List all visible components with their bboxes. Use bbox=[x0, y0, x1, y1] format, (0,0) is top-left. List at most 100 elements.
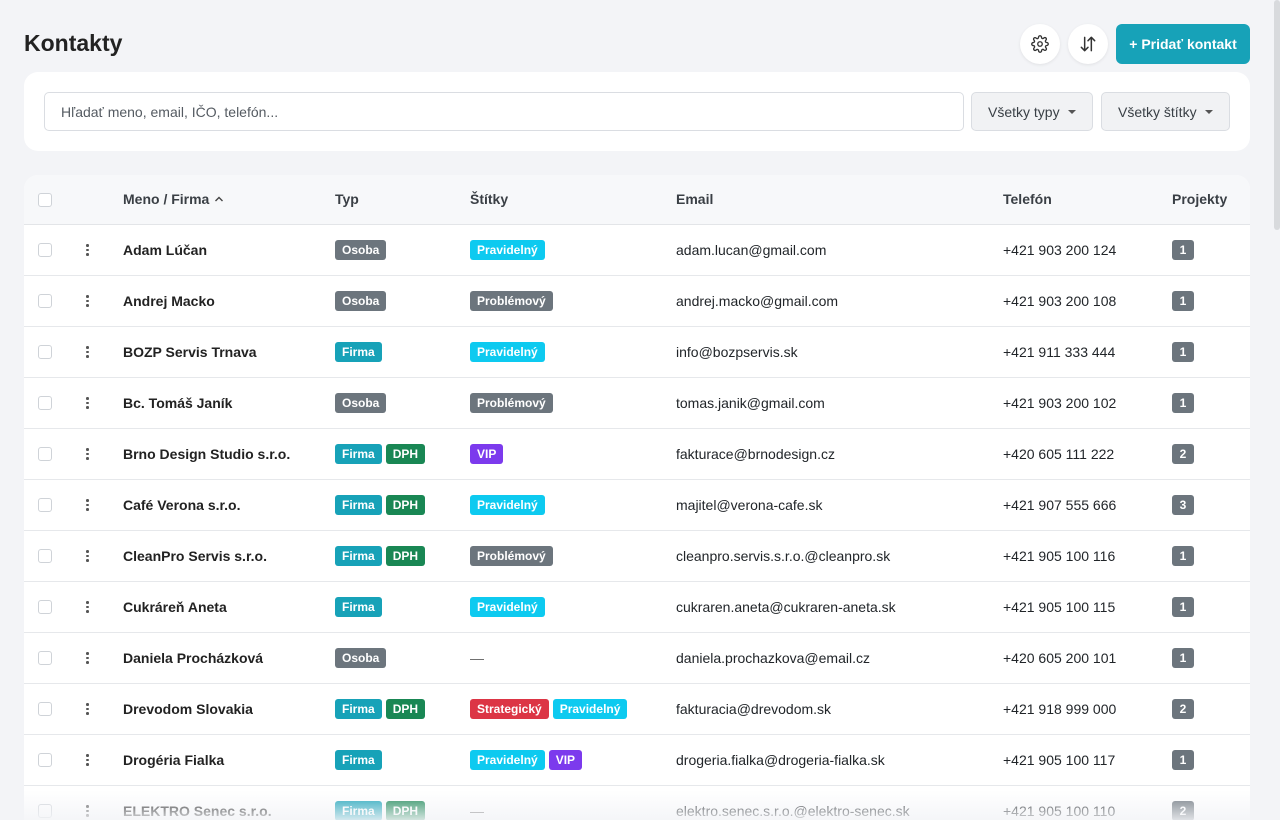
kebab-menu-icon[interactable] bbox=[80, 393, 95, 413]
row-checkbox[interactable] bbox=[38, 651, 52, 665]
contact-phone: +421 903 200 124 bbox=[1003, 242, 1117, 258]
row-checkbox[interactable] bbox=[38, 600, 52, 614]
type-badges: Firma DPH bbox=[335, 429, 429, 479]
table-row[interactable]: Brno Design Studio s.r.o. Firma DPH VIP fakt… bbox=[24, 429, 1250, 480]
projects-count-badge: 1 bbox=[1172, 342, 1194, 362]
contact-email: cukraren.aneta@cukraren-aneta.sk bbox=[676, 599, 896, 615]
contact-name[interactable]: Bc. Tomáš Janík bbox=[123, 378, 232, 428]
contact-email: andrej.macko@gmail.com bbox=[676, 293, 839, 309]
type-badge: Firma bbox=[335, 750, 382, 770]
kebab-menu-icon[interactable] bbox=[80, 648, 95, 668]
table-row[interactable]: Daniela Procházková Osoba — daniela.prochaz… bbox=[24, 633, 1250, 684]
tag-badge: Pravidelný bbox=[470, 342, 545, 362]
select-all-checkbox[interactable] bbox=[38, 193, 52, 207]
kebab-menu-icon[interactable] bbox=[80, 342, 95, 362]
column-header-projects[interactable]: Projekty bbox=[1172, 191, 1227, 207]
row-actions-cell bbox=[80, 633, 95, 683]
table-row[interactable]: CleanPro Servis s.r.o. Firma DPH Problémový… bbox=[24, 531, 1250, 582]
kebab-menu-icon[interactable] bbox=[80, 291, 95, 311]
table-row[interactable]: Drevodom Slovakia Firma DPH Strategický Prav… bbox=[24, 684, 1250, 735]
contact-name[interactable]: Drevodom Slovakia bbox=[123, 684, 253, 734]
row-actions-cell bbox=[80, 684, 95, 734]
contact-name[interactable]: BOZP Servis Trnava bbox=[123, 327, 257, 377]
row-checkbox[interactable] bbox=[38, 345, 52, 359]
contact-name[interactable]: Drogéria Fialka bbox=[123, 735, 224, 785]
contact-name[interactable]: ELEKTRO Senec s.r.o. bbox=[123, 786, 272, 820]
column-header-name[interactable]: Meno / Firma bbox=[123, 191, 225, 207]
contact-name[interactable]: CleanPro Servis s.r.o. bbox=[123, 531, 267, 581]
kebab-menu-icon[interactable] bbox=[80, 750, 95, 770]
sort-arrows-icon bbox=[1080, 36, 1096, 52]
row-checkbox[interactable] bbox=[38, 549, 52, 563]
column-header-name-label: Meno / Firma bbox=[123, 191, 210, 207]
row-checkbox[interactable] bbox=[38, 294, 52, 308]
type-filter-dropdown[interactable]: Všetky typy bbox=[971, 92, 1093, 131]
contact-phone: +420 605 200 101 bbox=[1003, 650, 1117, 666]
type-badge: DPH bbox=[385, 546, 426, 566]
table-row[interactable]: Drogéria Fialka Firma Pravidelný VIP drogeri… bbox=[24, 735, 1250, 786]
kebab-menu-icon[interactable] bbox=[80, 699, 95, 719]
type-badge: Firma bbox=[335, 699, 382, 719]
contact-phone: +420 605 111 222 bbox=[1003, 446, 1115, 462]
row-checkbox[interactable] bbox=[38, 753, 52, 767]
type-badge: Firma bbox=[335, 495, 382, 515]
row-checkbox[interactable] bbox=[38, 396, 52, 410]
contact-name[interactable]: Andrej Macko bbox=[123, 276, 215, 326]
kebab-menu-icon[interactable] bbox=[80, 240, 95, 260]
table-row[interactable]: Café Verona s.r.o. Firma DPH Pravidelný maji… bbox=[24, 480, 1250, 531]
contact-name[interactable]: Adam Lúčan bbox=[123, 225, 207, 275]
type-badge: DPH bbox=[385, 801, 426, 820]
row-actions-cell bbox=[80, 276, 95, 326]
row-checkbox[interactable] bbox=[38, 447, 52, 461]
row-checkbox-cell bbox=[38, 684, 52, 734]
sort-button[interactable] bbox=[1068, 24, 1108, 64]
kebab-menu-icon[interactable] bbox=[80, 495, 95, 515]
contact-name[interactable]: Cukráreň Aneta bbox=[123, 582, 227, 632]
table-row[interactable]: Andrej Macko Osoba Problémový andrej.macko@… bbox=[24, 276, 1250, 327]
settings-button[interactable] bbox=[1020, 24, 1060, 64]
tag-badge: Pravidelný bbox=[470, 597, 545, 617]
row-checkbox-cell bbox=[38, 582, 52, 632]
row-checkbox[interactable] bbox=[38, 804, 52, 818]
row-checkbox-cell bbox=[38, 531, 52, 581]
row-actions-cell bbox=[80, 225, 95, 275]
row-checkbox[interactable] bbox=[38, 702, 52, 716]
table-row[interactable]: Adam Lúčan Osoba Pravidelný adam.lucan@gmai… bbox=[24, 225, 1250, 276]
contact-name[interactable]: Brno Design Studio s.r.o. bbox=[123, 429, 290, 479]
type-badges: Firma DPH bbox=[335, 684, 429, 734]
search-input[interactable] bbox=[44, 92, 964, 131]
row-actions-cell bbox=[80, 429, 95, 479]
row-checkbox[interactable] bbox=[38, 498, 52, 512]
projects-count-badge: 1 bbox=[1172, 240, 1194, 260]
kebab-menu-icon[interactable] bbox=[80, 597, 95, 617]
column-header-email[interactable]: Email bbox=[676, 191, 713, 207]
kebab-menu-icon[interactable] bbox=[80, 444, 95, 464]
tag-badges: Pravidelný VIP bbox=[470, 735, 586, 785]
page-header: Kontakty + Pridať kontakt bbox=[24, 24, 1250, 64]
contact-name[interactable]: Daniela Procházková bbox=[123, 633, 263, 683]
kebab-menu-icon[interactable] bbox=[80, 546, 95, 566]
contact-phone: +421 905 100 117 bbox=[1003, 752, 1116, 768]
tags-filter-dropdown[interactable]: Všetky štítky bbox=[1101, 92, 1230, 131]
table-row[interactable]: Cukráreň Aneta Firma Pravidelný cukraren.an… bbox=[24, 582, 1250, 633]
column-header-type[interactable]: Typ bbox=[335, 191, 359, 207]
scrollbar[interactable] bbox=[1274, 0, 1280, 230]
type-badge: Osoba bbox=[335, 648, 387, 668]
row-checkbox[interactable] bbox=[38, 243, 52, 257]
contact-email: fakturace@brnodesign.cz bbox=[676, 446, 835, 462]
projects-count-badge: 1 bbox=[1172, 291, 1194, 311]
kebab-menu-icon[interactable] bbox=[80, 801, 95, 820]
table-row[interactable]: Bc. Tomáš Janík Osoba Problémový tomas.jani… bbox=[24, 378, 1250, 429]
projects-count-badge: 2 bbox=[1172, 444, 1194, 464]
contact-email: fakturacia@drevodom.sk bbox=[676, 701, 832, 717]
column-header-tags[interactable]: Štítky bbox=[470, 191, 508, 207]
table-row[interactable]: ELEKTRO Senec s.r.o. Firma DPH — elektro.sen… bbox=[24, 786, 1250, 820]
type-badges: Firma DPH bbox=[335, 480, 429, 530]
column-header-phone[interactable]: Telefón bbox=[1003, 191, 1052, 207]
contact-name[interactable]: Café Verona s.r.o. bbox=[123, 480, 241, 530]
tags-filter-label: Všetky štítky bbox=[1118, 103, 1197, 120]
contact-email: elektro.senec.s.r.o.@elektro-senec.sk bbox=[676, 803, 910, 819]
table-row[interactable]: BOZP Servis Trnava Firma Pravidelný info@bo… bbox=[24, 327, 1250, 378]
row-actions-cell bbox=[80, 327, 95, 377]
add-contact-button[interactable]: + Pridať kontakt bbox=[1116, 24, 1250, 64]
